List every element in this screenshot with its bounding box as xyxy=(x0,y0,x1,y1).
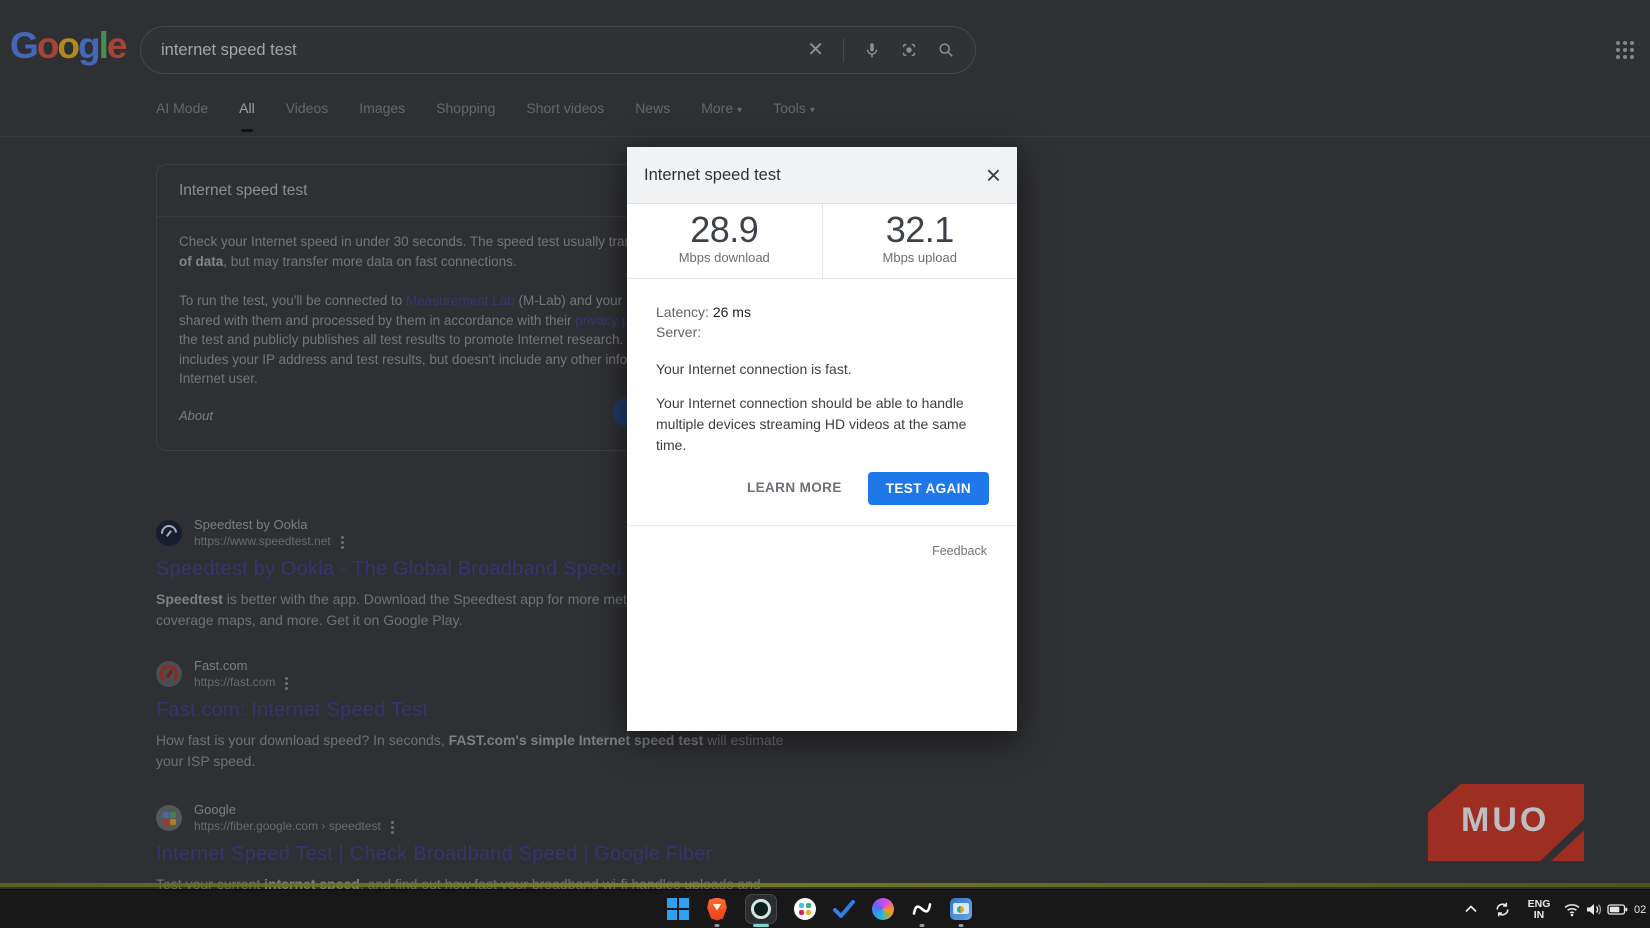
result-menu-icon[interactable] xyxy=(341,536,344,539)
google-apps-icon[interactable] xyxy=(1616,41,1634,59)
latency-value: 26 ms xyxy=(713,304,751,320)
text-line: your ISP speed. xyxy=(156,751,783,772)
taskbar: ENG IN 02 xyxy=(0,889,1650,928)
taskbar-opera-browser-icon[interactable] xyxy=(744,890,778,928)
fast-favicon xyxy=(156,661,182,687)
search-result: Google https://fiber.google.com › speedte… xyxy=(156,803,761,895)
tab-images[interactable]: Images xyxy=(359,100,405,128)
description-text: Your Internet connection should be able … xyxy=(656,393,994,456)
server-label: Server: xyxy=(656,323,989,343)
text-line: coverage maps, and more. Get it on Googl… xyxy=(156,610,665,631)
muo-watermark-text: MUO xyxy=(1461,801,1549,840)
media-app-icon xyxy=(950,898,972,920)
inline-link[interactable]: Measurement Lab xyxy=(406,293,515,308)
result-url[interactable]: https://fiber.google.com › speedtest xyxy=(194,819,381,833)
result-snippet: How fast is your download speed? In seco… xyxy=(156,730,783,771)
result-menu-icon[interactable] xyxy=(391,821,394,824)
ookla-favicon xyxy=(156,520,182,546)
search-result: Speedtest by Ookla https://www.speedtest.… xyxy=(156,518,665,630)
close-icon[interactable]: × xyxy=(986,164,1001,186)
upload-result: 32.1 Mbps upload xyxy=(823,204,1018,278)
clear-search-icon[interactable]: ✕ xyxy=(807,40,824,60)
download-label: Mbps download xyxy=(627,250,822,265)
tab-ai-mode[interactable]: AI Mode xyxy=(156,100,208,128)
battery-icon[interactable] xyxy=(1607,890,1628,928)
desktop-screen: Google internet speed test ✕ AI Mode All V… xyxy=(0,0,1650,928)
chevron-down-icon: ▾ xyxy=(737,105,742,116)
upload-label: Mbps upload xyxy=(823,250,1018,265)
google-logo-letter: l xyxy=(99,26,107,66)
result-title-link[interactable]: Speedtest by Ookla - The Global Broadban… xyxy=(156,558,665,581)
opera-browser-icon xyxy=(745,894,777,924)
tab-videos[interactable]: Videos xyxy=(286,100,329,128)
result-url[interactable]: https://www.speedtest.net xyxy=(194,534,331,548)
search-input[interactable]: internet speed test xyxy=(161,41,807,60)
language-indicator[interactable]: ENG IN xyxy=(1524,890,1554,928)
tab-short-videos[interactable]: Short videos xyxy=(526,100,604,128)
result-title-link[interactable]: Internet Speed Test | Check Broadband Sp… xyxy=(156,843,761,866)
taskbar-brave-browser-icon[interactable] xyxy=(705,890,729,928)
text-line: How fast is your download speed? In seco… xyxy=(156,730,783,751)
muo-watermark: MUO xyxy=(1428,784,1584,861)
google-logo-letter: G xyxy=(10,26,37,66)
search-tabs: AI Mode All Videos Images Shopping Short vide… xyxy=(156,100,815,128)
result-site-name[interactable]: Google xyxy=(194,803,394,817)
page-bottom-highlight xyxy=(0,883,1650,887)
brave-browser-icon xyxy=(707,898,728,921)
microsoft-todo-icon xyxy=(832,898,856,920)
taskbar-microsoft-todo-icon[interactable] xyxy=(832,890,856,928)
test-again-button[interactable]: TEST AGAIN xyxy=(868,472,989,505)
about-link[interactable]: About xyxy=(179,408,213,423)
text-line: Speedtest is better with the app. Downlo… xyxy=(156,589,665,610)
google-logo-letter: g xyxy=(78,26,99,66)
copilot-icon xyxy=(872,898,894,920)
tray-chevron-icon[interactable] xyxy=(1464,890,1478,928)
notion-calendar-icon xyxy=(910,898,934,920)
result-site-name[interactable]: Speedtest by Ookla xyxy=(194,518,344,532)
latency-label: Latency: xyxy=(656,304,709,320)
google-logo-letter: o xyxy=(57,26,78,66)
tab-news[interactable]: News xyxy=(635,100,670,128)
learn-more-button[interactable]: LEARN MORE xyxy=(747,478,842,498)
lens-icon[interactable] xyxy=(900,41,918,59)
download-value: 28.9 xyxy=(627,211,822,249)
wifi-icon[interactable] xyxy=(1563,890,1581,928)
tab-more[interactable]: More▾ xyxy=(701,100,742,128)
download-result: 28.9 Mbps download xyxy=(627,204,823,278)
chevron-down-icon: ▾ xyxy=(810,105,815,116)
result-url[interactable]: https://fast.com xyxy=(194,675,275,689)
taskbar-start-button-icon[interactable] xyxy=(666,890,690,928)
taskbar-slack-icon[interactable] xyxy=(793,890,817,928)
result-menu-icon[interactable] xyxy=(285,677,288,680)
google-logo-letter: o xyxy=(37,26,58,66)
start-button-icon xyxy=(667,898,689,920)
taskbar-media-app-icon[interactable] xyxy=(949,890,973,928)
tab-all[interactable]: All xyxy=(239,100,255,128)
language-line1: ENG xyxy=(1528,899,1551,910)
dialog-title: Internet speed test xyxy=(644,166,781,185)
google-logo-letter: e xyxy=(107,26,126,66)
tab-shopping[interactable]: Shopping xyxy=(436,100,495,128)
search-divider xyxy=(843,38,844,62)
upload-value: 32.1 xyxy=(823,211,1018,249)
google-logo: Google xyxy=(10,26,125,66)
language-line2: IN xyxy=(1534,910,1545,921)
result-snippet: Speedtest is better with the app. Downlo… xyxy=(156,589,665,630)
search-icon[interactable] xyxy=(937,41,955,59)
search-bar[interactable]: internet speed test ✕ xyxy=(140,26,976,74)
tab-tools[interactable]: Tools▾ xyxy=(773,100,815,128)
feedback-link[interactable]: Feedback xyxy=(656,526,989,562)
verdict-text: Your Internet connection is fast. xyxy=(656,360,989,380)
mic-icon[interactable] xyxy=(863,41,881,60)
slack-icon xyxy=(794,898,816,920)
google-favicon xyxy=(156,805,182,831)
result-site-name[interactable]: Fast.com xyxy=(194,659,288,673)
clock[interactable]: 02 xyxy=(1634,890,1646,928)
tabs-divider xyxy=(0,136,1650,137)
volume-icon[interactable] xyxy=(1585,890,1603,928)
speed-test-dialog: Internet speed test × 28.9 Mbps download… xyxy=(627,147,1017,731)
taskbar-notion-calendar-icon[interactable] xyxy=(910,890,934,928)
taskbar-copilot-icon[interactable] xyxy=(871,890,895,928)
latency-line: Latency: 26 ms xyxy=(656,303,989,323)
